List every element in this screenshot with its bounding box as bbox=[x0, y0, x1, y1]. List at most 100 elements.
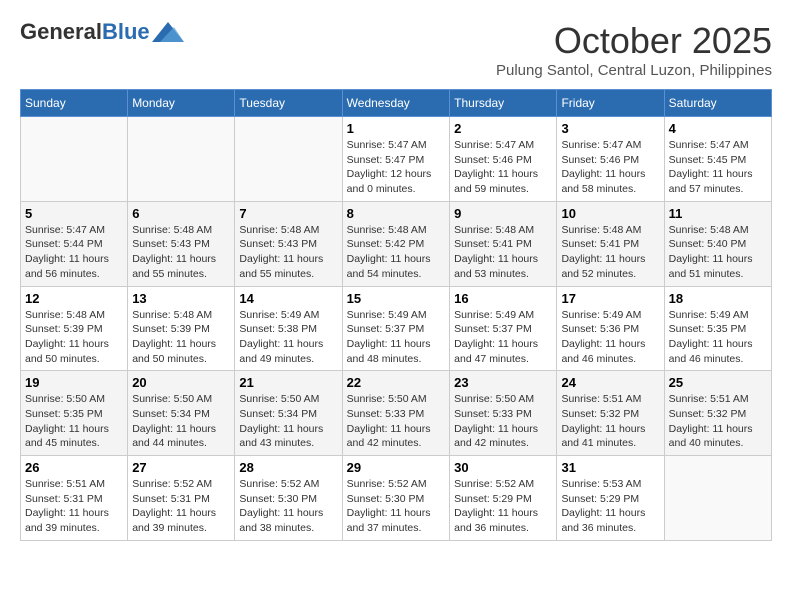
header-wednesday: Wednesday bbox=[342, 90, 450, 117]
day-number: 10 bbox=[561, 206, 659, 221]
day-info: Sunrise: 5:51 AMSunset: 5:32 PMDaylight:… bbox=[669, 392, 767, 451]
calendar-week-row: 12 Sunrise: 5:48 AMSunset: 5:39 PMDayligh… bbox=[21, 286, 772, 371]
day-number: 23 bbox=[454, 375, 552, 390]
day-number: 5 bbox=[25, 206, 123, 221]
day-number: 7 bbox=[239, 206, 337, 221]
calendar-cell: 27Sunrise: 5:52 AMSunset: 5:31 PMDayligh… bbox=[128, 456, 235, 541]
calendar-cell bbox=[664, 456, 771, 541]
day-number: 11 bbox=[669, 206, 767, 221]
calendar-cell: 1Sunrise: 5:47 AMSunset: 5:47 PMDaylight… bbox=[342, 117, 450, 202]
calendar-cell: 31 Sunrise: 5:53 AMSunset: 5:29 PMDayligh… bbox=[557, 456, 664, 541]
day-info: Sunrise: 5:49 AMSunset: 5:37 PMDaylight:… bbox=[347, 308, 446, 367]
day-info: Sunrise: 5:51 AMSunset: 5:32 PMDaylight:… bbox=[561, 392, 659, 451]
header-saturday: Saturday bbox=[664, 90, 771, 117]
calendar-cell: 7 Sunrise: 5:48 AMSunset: 5:43 PMDaylight… bbox=[235, 201, 342, 286]
calendar-cell: 15 Sunrise: 5:49 AMSunset: 5:37 PMDayligh… bbox=[342, 286, 450, 371]
calendar-cell: 16 Sunrise: 5:49 AMSunset: 5:37 PMDayligh… bbox=[450, 286, 557, 371]
day-number: 14 bbox=[239, 291, 337, 306]
day-number: 28 bbox=[239, 460, 337, 475]
day-info: Sunrise: 5:50 AMSunset: 5:33 PMDaylight:… bbox=[454, 392, 552, 451]
day-info: Sunrise: 5:53 AMSunset: 5:29 PMDaylight:… bbox=[561, 477, 659, 536]
day-info: Sunrise: 5:50 AMSunset: 5:34 PMDaylight:… bbox=[239, 392, 337, 451]
calendar-cell: 22Sunrise: 5:50 AMSunset: 5:33 PMDayligh… bbox=[342, 371, 450, 456]
day-number: 1 bbox=[347, 121, 446, 136]
calendar-cell: 13Sunrise: 5:48 AMSunset: 5:39 PMDayligh… bbox=[128, 286, 235, 371]
day-info: Sunrise: 5:52 AMSunset: 5:30 PMDaylight:… bbox=[347, 477, 446, 536]
logo-general: General bbox=[20, 19, 102, 44]
day-info: Sunrise: 5:48 AMSunset: 5:40 PMDaylight:… bbox=[669, 223, 767, 282]
calendar-table: SundayMondayTuesdayWednesdayThursdayFrid… bbox=[20, 89, 772, 541]
day-number: 6 bbox=[132, 206, 230, 221]
header-tuesday: Tuesday bbox=[235, 90, 342, 117]
day-info: Sunrise: 5:50 AMSunset: 5:34 PMDaylight:… bbox=[132, 392, 230, 451]
day-info: Sunrise: 5:48 AMSunset: 5:43 PMDaylight:… bbox=[239, 223, 337, 282]
day-info: Sunrise: 5:52 AMSunset: 5:30 PMDaylight:… bbox=[239, 477, 337, 536]
calendar-cell: 18Sunrise: 5:49 AMSunset: 5:35 PMDayligh… bbox=[664, 286, 771, 371]
day-number: 12 bbox=[25, 291, 123, 306]
calendar-week-row: 19 Sunrise: 5:50 AMSunset: 5:35 PMDayligh… bbox=[21, 371, 772, 456]
day-info: Sunrise: 5:47 AMSunset: 5:45 PMDaylight:… bbox=[669, 138, 767, 197]
calendar-cell: 30 Sunrise: 5:52 AMSunset: 5:29 PMDayligh… bbox=[450, 456, 557, 541]
day-number: 20 bbox=[132, 375, 230, 390]
day-number: 26 bbox=[25, 460, 123, 475]
day-info: Sunrise: 5:48 AMSunset: 5:42 PMDaylight:… bbox=[347, 223, 446, 282]
day-number: 24 bbox=[561, 375, 659, 390]
day-number: 2 bbox=[454, 121, 552, 136]
day-number: 31 bbox=[561, 460, 659, 475]
header-thursday: Thursday bbox=[450, 90, 557, 117]
day-number: 8 bbox=[347, 206, 446, 221]
calendar-cell bbox=[21, 117, 128, 202]
calendar-cell: 6 Sunrise: 5:48 AMSunset: 5:43 PMDaylight… bbox=[128, 201, 235, 286]
day-info: Sunrise: 5:51 AMSunset: 5:31 PMDaylight:… bbox=[25, 477, 123, 536]
calendar-week-row: 5Sunrise: 5:47 AMSunset: 5:44 PMDaylight… bbox=[21, 201, 772, 286]
calendar-cell: 12 Sunrise: 5:48 AMSunset: 5:39 PMDayligh… bbox=[21, 286, 128, 371]
day-info: Sunrise: 5:47 AMSunset: 5:46 PMDaylight:… bbox=[561, 138, 659, 197]
day-info: Sunrise: 5:48 AMSunset: 5:43 PMDaylight:… bbox=[132, 223, 230, 282]
calendar-cell: 20 Sunrise: 5:50 AMSunset: 5:34 PMDayligh… bbox=[128, 371, 235, 456]
page-header: GeneralBlue October 2025 Pulung Santol, … bbox=[20, 20, 772, 79]
logo-icon bbox=[152, 22, 184, 42]
day-number: 9 bbox=[454, 206, 552, 221]
calendar-cell: 23 Sunrise: 5:50 AMSunset: 5:33 PMDayligh… bbox=[450, 371, 557, 456]
title-section: October 2025 Pulung Santol, Central Luzo… bbox=[496, 20, 772, 79]
day-info: Sunrise: 5:52 AMSunset: 5:31 PMDaylight:… bbox=[132, 477, 230, 536]
calendar-cell: 25 Sunrise: 5:51 AMSunset: 5:32 PMDayligh… bbox=[664, 371, 771, 456]
month-title: October 2025 bbox=[496, 20, 772, 62]
day-number: 4 bbox=[669, 121, 767, 136]
day-info: Sunrise: 5:49 AMSunset: 5:37 PMDaylight:… bbox=[454, 308, 552, 367]
day-number: 30 bbox=[454, 460, 552, 475]
calendar-cell: 17Sunrise: 5:49 AMSunset: 5:36 PMDayligh… bbox=[557, 286, 664, 371]
calendar-cell: 29Sunrise: 5:52 AMSunset: 5:30 PMDayligh… bbox=[342, 456, 450, 541]
day-info: Sunrise: 5:48 AMSunset: 5:41 PMDaylight:… bbox=[454, 223, 552, 282]
calendar-cell: 10Sunrise: 5:48 AMSunset: 5:41 PMDayligh… bbox=[557, 201, 664, 286]
calendar-cell: 26 Sunrise: 5:51 AMSunset: 5:31 PMDayligh… bbox=[21, 456, 128, 541]
calendar-cell: 24 Sunrise: 5:51 AMSunset: 5:32 PMDayligh… bbox=[557, 371, 664, 456]
calendar-cell bbox=[128, 117, 235, 202]
day-info: Sunrise: 5:48 AMSunset: 5:39 PMDaylight:… bbox=[25, 308, 123, 367]
header-friday: Friday bbox=[557, 90, 664, 117]
day-number: 17 bbox=[561, 291, 659, 306]
calendar-cell: 14 Sunrise: 5:49 AMSunset: 5:38 PMDayligh… bbox=[235, 286, 342, 371]
day-number: 19 bbox=[25, 375, 123, 390]
day-number: 16 bbox=[454, 291, 552, 306]
calendar-cell: 8 Sunrise: 5:48 AMSunset: 5:42 PMDaylight… bbox=[342, 201, 450, 286]
calendar-header-row: SundayMondayTuesdayWednesdayThursdayFrid… bbox=[21, 90, 772, 117]
day-info: Sunrise: 5:50 AMSunset: 5:33 PMDaylight:… bbox=[347, 392, 446, 451]
calendar-cell: 28 Sunrise: 5:52 AMSunset: 5:30 PMDayligh… bbox=[235, 456, 342, 541]
calendar-cell: 11 Sunrise: 5:48 AMSunset: 5:40 PMDayligh… bbox=[664, 201, 771, 286]
header-sunday: Sunday bbox=[21, 90, 128, 117]
day-info: Sunrise: 5:50 AMSunset: 5:35 PMDaylight:… bbox=[25, 392, 123, 451]
logo-blue: Blue bbox=[102, 19, 150, 44]
calendar-cell: 5Sunrise: 5:47 AMSunset: 5:44 PMDaylight… bbox=[21, 201, 128, 286]
day-number: 13 bbox=[132, 291, 230, 306]
day-number: 25 bbox=[669, 375, 767, 390]
calendar-cell bbox=[235, 117, 342, 202]
calendar-cell: 4 Sunrise: 5:47 AMSunset: 5:45 PMDaylight… bbox=[664, 117, 771, 202]
day-info: Sunrise: 5:47 AMSunset: 5:46 PMDaylight:… bbox=[454, 138, 552, 197]
day-info: Sunrise: 5:49 AMSunset: 5:38 PMDaylight:… bbox=[239, 308, 337, 367]
day-number: 21 bbox=[239, 375, 337, 390]
day-number: 15 bbox=[347, 291, 446, 306]
day-info: Sunrise: 5:52 AMSunset: 5:29 PMDaylight:… bbox=[454, 477, 552, 536]
calendar-week-row: 1Sunrise: 5:47 AMSunset: 5:47 PMDaylight… bbox=[21, 117, 772, 202]
day-number: 18 bbox=[669, 291, 767, 306]
